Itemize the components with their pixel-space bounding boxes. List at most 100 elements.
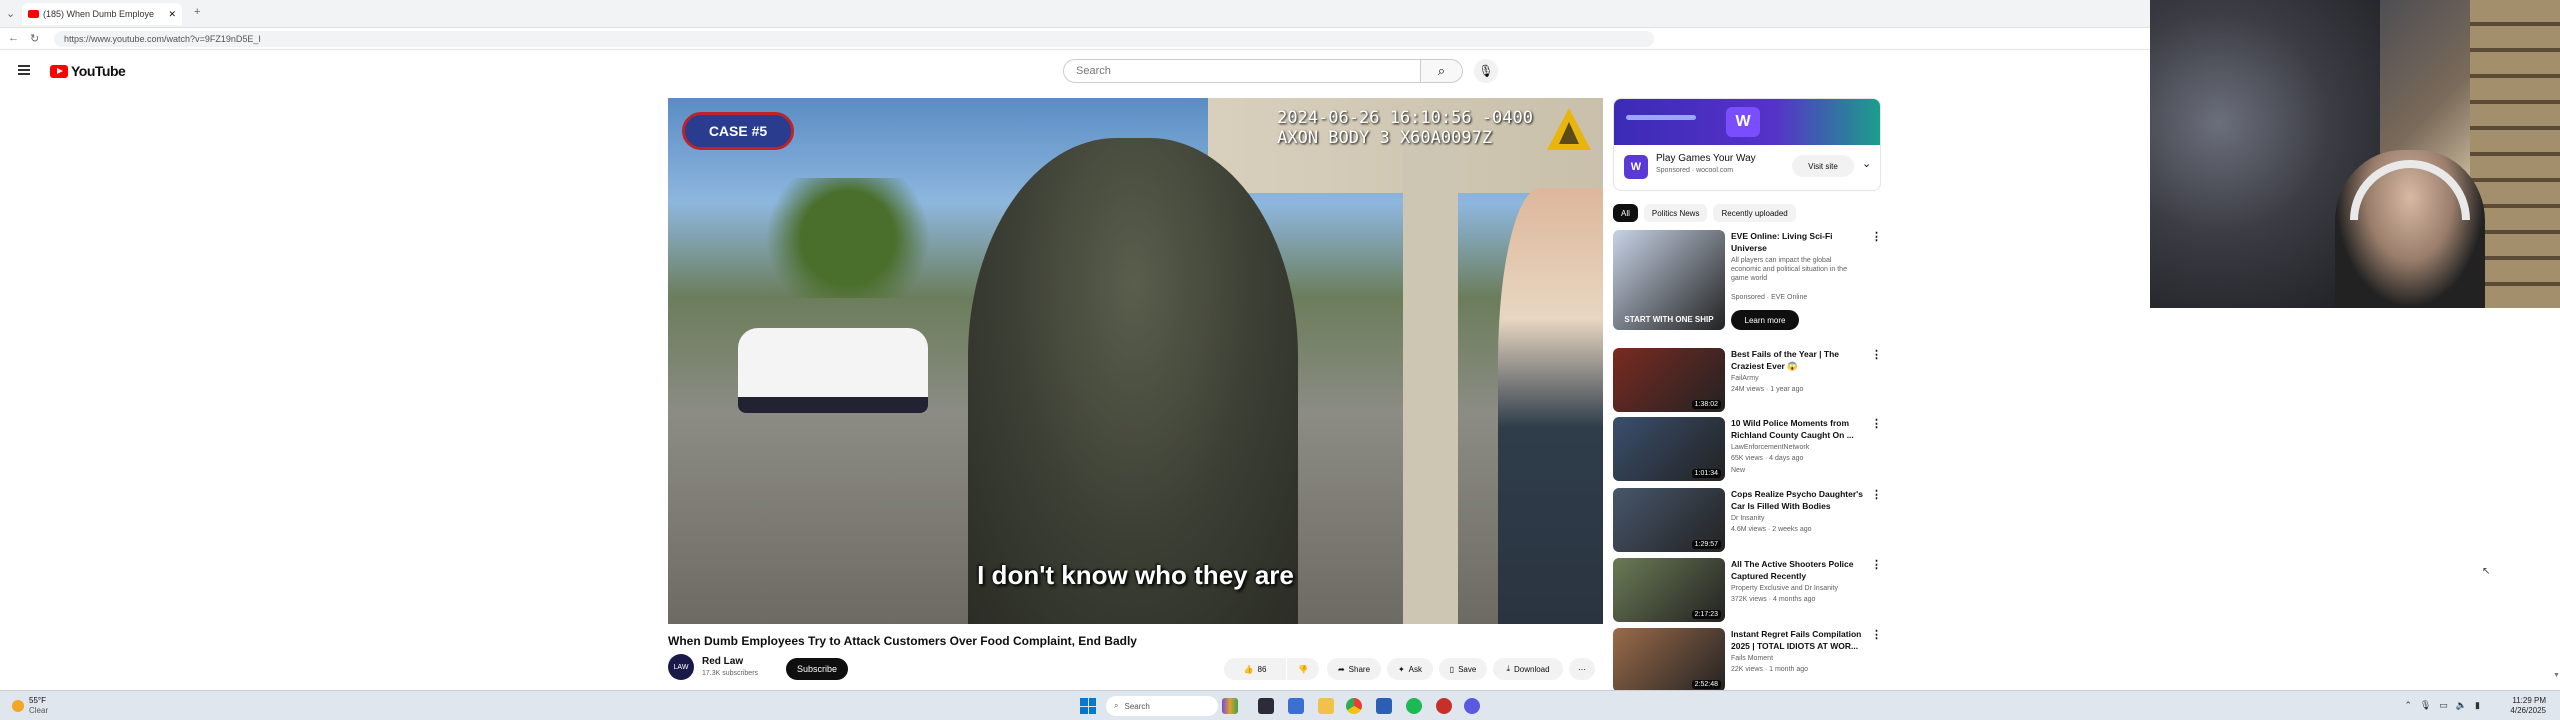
recommendation-thumbnail[interactable]: 1:01:34: [1613, 417, 1725, 481]
voice-search-button[interactable]: 🎙: [1474, 59, 1498, 83]
new-tab-icon[interactable]: +: [194, 6, 200, 18]
channel-name[interactable]: Red Law: [702, 656, 743, 667]
app-icon-blue[interactable]: [1288, 698, 1304, 714]
more-vertical-icon[interactable]: ⋮: [1871, 488, 1882, 501]
discord-icon[interactable]: [1464, 698, 1480, 714]
recommendation-title[interactable]: Instant Regret Fails Compilation 2025 | …: [1731, 628, 1867, 652]
recommendation-thumbnail[interactable]: 1:29:57: [1613, 488, 1725, 552]
system-tray: ⌃ 🎙 ▭ 🔈 ▮: [2404, 700, 2480, 711]
ask-button[interactable]: ✦ Ask: [1387, 658, 1433, 680]
more-vertical-icon[interactable]: ⋮: [1871, 558, 1882, 571]
recommendation-item[interactable]: 2:17:23 All The Active Shooters Police Ca…: [1613, 558, 1883, 624]
channel-action-row: LAW Red Law 17.3K subscribers Subscribe …: [668, 654, 1603, 684]
more-actions-button[interactable]: ⋯: [1569, 658, 1595, 680]
recommendation-channel: Fails Moment: [1731, 655, 1774, 662]
widgets-app-icon[interactable]: [1222, 698, 1238, 714]
bookmark-icon: ▯: [1449, 664, 1455, 674]
taskbar-clock[interactable]: 11:29 PM 4/26/2025: [2510, 696, 2546, 716]
more-vertical-icon[interactable]: ⋮: [1871, 230, 1882, 243]
windows-taskbar: 55°F Clear ⌕ Search ⌃ 🎙 ▭ 🔈 ▮ 11:29 PM 4…: [0, 690, 2560, 720]
youtube-logo[interactable]: YouTube: [50, 63, 126, 79]
tray-battery-icon[interactable]: ▮: [2475, 700, 2480, 711]
menu-icon[interactable]: [18, 65, 30, 75]
spotify-icon[interactable]: [1406, 698, 1422, 714]
ad-brand-mark: W: [1726, 107, 1760, 137]
store-icon[interactable]: [1376, 698, 1392, 714]
sponsored-recommendation[interactable]: START WITH ONE SHIP EVE Online: Living Sc…: [1613, 230, 1883, 340]
recommendation-title[interactable]: 10 Wild Police Moments from Richland Cou…: [1731, 417, 1867, 441]
scroll-down-icon[interactable]: ▼: [2553, 672, 2560, 679]
recommendation-thumbnail[interactable]: 2:52:48: [1613, 628, 1725, 692]
recommendation-item[interactable]: 2:52:48 Instant Regret Fails Compilation …: [1613, 628, 1883, 694]
recommendation-item[interactable]: 1:01:34 10 Wild Police Moments from Richl…: [1613, 417, 1883, 483]
tab-title: (185) When Dumb Employe: [43, 9, 155, 19]
recommendation-thumbnail[interactable]: START WITH ONE SHIP: [1613, 230, 1725, 330]
dislike-button[interactable]: 👎: [1287, 658, 1319, 680]
chip-recently-uploaded[interactable]: Recently uploaded: [1713, 204, 1796, 222]
recommendation-thumbnail[interactable]: 2:17:23: [1613, 558, 1725, 622]
taskbar-search[interactable]: ⌕ Search: [1106, 696, 1218, 716]
channel-avatar[interactable]: LAW: [668, 654, 694, 680]
like-count: 86: [1257, 664, 1267, 674]
recommendation-title[interactable]: All The Active Shooters Police Captured …: [1731, 558, 1867, 582]
recommendation-meta: 65K views · 4 days ago: [1731, 455, 1804, 462]
windows-start-icon[interactable]: [1080, 698, 1096, 714]
like-button[interactable]: 👍 86: [1224, 658, 1286, 680]
subscribe-button[interactable]: Subscribe: [786, 658, 848, 680]
ad-banner: W: [1614, 99, 1880, 145]
duration-badge: 2:52:48: [1691, 680, 1721, 689]
more-vertical-icon[interactable]: ⋮: [1871, 348, 1882, 361]
share-button[interactable]: ➦ Share: [1327, 658, 1381, 680]
recommendation-thumbnail[interactable]: 1:38:02: [1613, 348, 1725, 412]
chip-politics-news[interactable]: Politics News: [1643, 204, 1708, 222]
video-player[interactable]: CASE #5 2024-06-26 16:10:56 -0400 AXON B…: [668, 98, 1603, 624]
file-explorer-icon[interactable]: [1318, 698, 1334, 714]
video-scene-woman: [1498, 188, 1603, 624]
more-vertical-icon[interactable]: ⋮: [1871, 417, 1882, 430]
tray-network-icon[interactable]: ▭: [2439, 700, 2448, 711]
browser-tab[interactable]: (185) When Dumb Employe ✕: [22, 3, 182, 25]
recommendation-channel: Dr Insanity: [1731, 515, 1765, 522]
chevron-down-icon[interactable]: ⌄: [1862, 157, 1871, 170]
visit-site-button[interactable]: Visit site: [1792, 155, 1854, 177]
recommendation-title[interactable]: Best Fails of the Year | The Craziest Ev…: [1731, 348, 1867, 372]
browser-tab-bar: ⌄ (185) When Dumb Employe ✕ +: [0, 0, 2150, 28]
bodycam-timestamp: 2024-06-26 16:10:56 -0400 AXON BODY 3 X6…: [1277, 108, 1533, 148]
recommendation-title[interactable]: EVE Online: Living Sci-Fi Universe: [1731, 230, 1867, 254]
tab-close-icon[interactable]: ✕: [168, 9, 176, 20]
chip-all[interactable]: All: [1613, 204, 1638, 222]
thumbs-up-icon: 👍: [1243, 664, 1254, 674]
recommendation-title[interactable]: Cops Realize Psycho Daughter's Car Is Fi…: [1731, 488, 1867, 512]
recommendation-meta: 22K views · 1 month ago: [1731, 666, 1809, 673]
duration-badge: 1:38:02: [1691, 400, 1721, 409]
learn-more-button[interactable]: Learn more: [1731, 310, 1799, 330]
tray-volume-icon[interactable]: 🔈: [2456, 700, 2467, 711]
taskbar-search-icon: ⌕: [1114, 701, 1119, 710]
taskbar-search-label: Search: [1124, 701, 1150, 711]
app-icon-red[interactable]: [1436, 698, 1452, 714]
tab-list-chevron-icon[interactable]: ⌄: [6, 7, 15, 20]
weather-widget[interactable]: 55°F Clear: [12, 696, 48, 716]
download-button[interactable]: ⤓ Download: [1493, 658, 1563, 680]
save-button[interactable]: ▯ Save: [1439, 658, 1487, 680]
reload-icon[interactable]: ↻: [30, 32, 39, 45]
chrome-icon[interactable]: [1346, 698, 1362, 714]
search-button[interactable]: ⌕: [1421, 59, 1463, 83]
video-subtitle: I don't know who they are: [977, 560, 1294, 590]
tray-mic-icon[interactable]: 🎙: [2420, 700, 2431, 711]
bodycam-datetime: 2024-06-26 16:10:56 -0400: [1277, 108, 1533, 128]
axon-logo-icon: [1547, 108, 1591, 150]
back-icon[interactable]: ←: [8, 32, 19, 44]
tray-chevron-up-icon[interactable]: ⌃: [2404, 700, 2412, 711]
share-icon: ➦: [1337, 664, 1345, 674]
more-vertical-icon[interactable]: ⋮: [1871, 628, 1882, 641]
search-input[interactable]: Search: [1063, 59, 1421, 83]
url-field[interactable]: https://www.youtube.com/watch?v=9FZ19nD5…: [54, 31, 1654, 47]
task-view-icon[interactable]: [1258, 698, 1274, 714]
recommendation-channel: Property Exclusive and Dr Insanity: [1731, 585, 1838, 592]
sponsored-ad-card[interactable]: W W Play Games Your Way Sponsored · woco…: [1613, 98, 1881, 191]
weather-condition: Clear: [29, 706, 49, 715]
page-scrollbar[interactable]: ▼: [2552, 52, 2560, 690]
recommendation-item[interactable]: 1:38:02 Best Fails of the Year | The Craz…: [1613, 348, 1883, 414]
recommendation-item[interactable]: 1:29:57 Cops Realize Psycho Daughter's Ca…: [1613, 488, 1883, 554]
